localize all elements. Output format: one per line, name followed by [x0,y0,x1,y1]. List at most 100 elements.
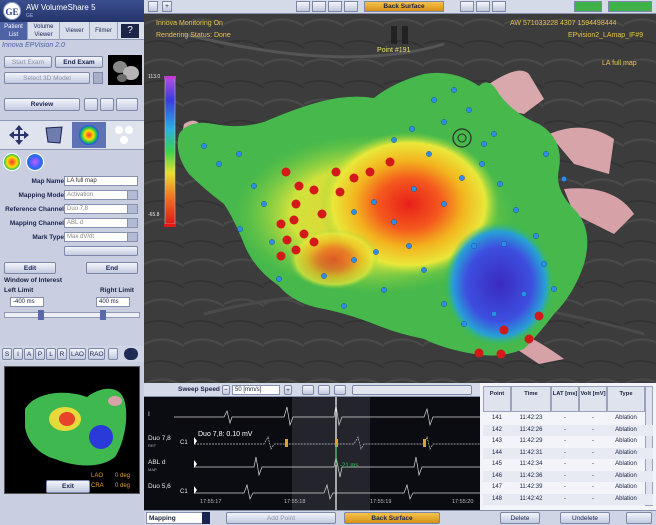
table-row[interactable]: 148 11:42:42 - - Ablation [483,493,653,505]
table-cell: 145 [491,461,502,467]
time-label-4: 17:55:20 [452,499,474,505]
table-row[interactable]: 144 11:42:31 - - Ablation [483,447,653,459]
table-cell: - [564,449,566,456]
rotate-tool-icon[interactable] [296,1,310,12]
interest-slider[interactable] [4,312,140,318]
cra-value: 0 deg [115,483,131,489]
menu-patient-list[interactable]: Patient List [0,22,28,40]
sweep-plus-button[interactable]: + [284,385,292,395]
mark-type-value: Max dV/dt [67,234,95,240]
left-limit-input[interactable]: -400 ms [10,297,44,307]
review-button[interactable]: Review [4,98,80,111]
view-s-button[interactable]: S [2,348,12,360]
rotate-icon[interactable] [124,348,138,360]
sweep-speed-field[interactable]: 50 [mm/s] [232,385,280,395]
menu-filmer[interactable]: Filmer [90,22,118,40]
view-r-button[interactable]: R [57,348,67,360]
col-point[interactable]: Point [483,386,511,412]
zoom-fit-icon[interactable] [302,385,314,395]
start-exam-button[interactable]: Start Exam [4,56,52,68]
view-a-button[interactable]: A [24,348,34,360]
mark-type-select[interactable]: Max dV/dt [64,232,138,242]
table-row[interactable]: 143 11:42:29 - - Ablation [483,436,653,447]
undelete-button[interactable]: Undelete [560,512,610,524]
edit-button[interactable]: Edit [4,262,56,274]
pan-tool-icon[interactable] [328,1,342,12]
table-cell: - [592,484,594,490]
points-tool-icon[interactable] [107,122,141,148]
table-row[interactable]: 145 11:42:34 - - Ablation [483,459,653,470]
plus-icon[interactable]: + [162,1,172,12]
save-icon[interactable] [100,98,114,111]
notes-icon[interactable] [84,98,98,111]
view-p-button[interactable]: P [35,348,45,360]
move-tool-icon[interactable] [2,122,36,148]
exit-button[interactable]: Exit [46,480,90,493]
view-l-button[interactable]: L [46,348,56,360]
app-subtitle: GE [26,13,34,19]
col-lat[interactable]: LAT [ms] [551,386,579,412]
surface-tool-icon[interactable] [37,122,71,148]
col-type[interactable]: Type [607,386,645,412]
menu-viewer[interactable]: Viewer [60,22,90,40]
lock-icon[interactable] [93,72,103,84]
view-lao-button[interactable]: LAO [69,348,86,360]
mapping-mode-select[interactable]: Activation [64,190,138,200]
table-cell: - [564,438,566,444]
caliper-icon[interactable] [334,385,346,395]
model-thumbnail[interactable] [108,55,142,85]
reference-channel-select[interactable]: Duo 7,8 [64,204,138,214]
sweep-speed-label: Sweep Speed [178,386,220,393]
chevron-down-icon[interactable] [202,512,210,524]
view-i-button[interactable]: I [13,348,23,360]
table-cell: 11:42:26 [519,426,543,433]
frame-tool-icon[interactable] [344,1,358,12]
add-point-button[interactable]: Add Point [226,512,336,524]
end-exam-button[interactable]: End Exam [55,56,103,68]
menu-volume-viewer[interactable]: Volume Viewer [28,22,60,40]
right-limit-input[interactable]: 400 ms [96,297,130,307]
expand-icon[interactable] [318,385,330,395]
layout-icon[interactable] [148,1,158,12]
table-row[interactable]: 146 11:42:36 - - Ablation [483,470,653,482]
patient-id: AW 571033228 4307 1594498444 [510,20,617,27]
voltage-map-tab-icon[interactable] [26,153,44,171]
table-row[interactable]: 142 11:42:26 - - Ablation [483,424,653,436]
map-name-overlay: LA full map [602,60,637,67]
measure-tool-icon[interactable] [460,1,474,12]
delete-button[interactable]: Delete [500,512,540,524]
table-row[interactable]: 141 11:42:23 - - Ablation [483,413,653,424]
view-rao-button[interactable]: RAO [88,348,105,360]
help-icon[interactable]: ? [121,24,139,38]
slider-handle-right[interactable] [100,310,106,320]
table-cell: 147 [491,484,502,490]
back-surface-button[interactable]: Back Surface [364,1,444,12]
view-extra-icon[interactable] [108,348,118,360]
color-map-tool-icon[interactable] [72,122,106,148]
disabled-button [64,246,138,256]
ecg-scroll-bar[interactable] [352,385,472,395]
col-volt[interactable]: Volt [mV] [579,386,607,412]
select-tool-icon[interactable] [492,1,506,12]
slider-handle-left[interactable] [38,310,44,320]
app-title: AW VolumeShare 5 [26,3,96,12]
sweep-minus-button[interactable]: − [222,385,230,395]
3d-map-view[interactable]: Innova Monitoring On Rendering Status: D… [144,14,656,383]
map-name-field[interactable]: LA full map [64,176,138,186]
zoom-tool-icon[interactable] [312,1,326,12]
table-cell: 142 [491,426,502,433]
back-surface-footer-button[interactable]: Back Surface [344,512,440,524]
mapping-channel-select[interactable]: ABL d [64,218,138,228]
activation-map-tab-icon[interactable] [3,153,21,171]
table-options-icon[interactable] [626,512,652,524]
lasso-tool-icon[interactable] [476,1,490,12]
end-button[interactable]: End [86,262,138,274]
table-cell: 11:42:36 [519,472,543,479]
ecg-waveform-panel[interactable]: I Duo 7,8 REF ABL d MAP Duo 5,6 C1 C1 Du… [144,397,480,510]
reference-channel-value: Duo 7,8 [67,206,89,212]
mode-select[interactable]: Mapping [146,512,210,524]
camera-icon[interactable] [116,98,138,111]
table-row[interactable]: 147 11:42:39 - - Ablation [483,482,653,493]
col-time[interactable]: Time [511,386,551,412]
select-3d-model-button[interactable]: Select 3D Model [4,72,90,84]
